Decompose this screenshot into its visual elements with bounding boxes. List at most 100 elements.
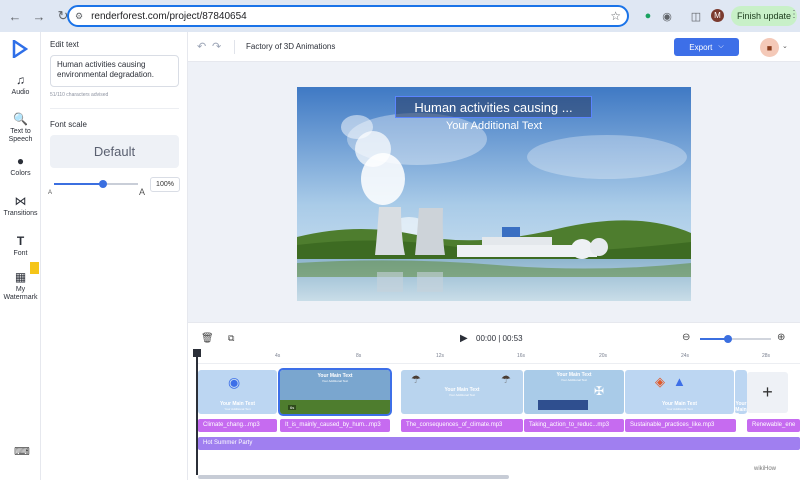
font-scale-slider-knob[interactable] (99, 180, 107, 188)
back-icon[interactable]: ← (4, 5, 26, 27)
browser-menu-icon[interactable]: ⋮ (789, 9, 799, 20)
play-icon[interactable]: ▶ (460, 333, 468, 344)
rail-item-audio[interactable]: ♫ Audio (0, 73, 41, 96)
finish-update-button[interactable]: Finish update (731, 6, 798, 26)
rail-label: Audio (11, 89, 30, 96)
keyboard-shortcuts-icon[interactable]: ⌨ (14, 445, 30, 458)
audio-clip[interactable]: Taking_action_to_reduc...mp3 (524, 419, 624, 432)
audio-clip[interactable]: Sustainable_practices_like.mp3 (625, 419, 736, 432)
timeline-scrollbar[interactable] (198, 475, 509, 479)
extension-icon-green[interactable]: ● (640, 8, 656, 24)
renderforest-logo[interactable] (12, 40, 28, 58)
person-with-umbrella-icon: ☂ (501, 374, 511, 386)
scene-thumbnail[interactable]: Your Main Text Your Additional Text ✠ (524, 370, 624, 414)
scene-subtitle: Your Additional Text (448, 393, 476, 397)
additional-text-overlay[interactable]: Your Additional Text (297, 120, 691, 132)
tick-label: 8s (356, 353, 362, 359)
bookmark-star-icon[interactable]: ☆ (610, 9, 621, 23)
forward-icon[interactable]: → (28, 5, 50, 27)
video-preview[interactable]: Human activities causing ... Your Additi… (297, 87, 691, 301)
music-note-icon: ♫ (16, 73, 25, 87)
timecode: 00:00 | 00:53 (476, 334, 523, 343)
wikihow-watermark: wikiHow (754, 466, 777, 472)
rail-label: Transitions (3, 210, 38, 217)
font-scale-slider[interactable] (54, 180, 138, 188)
project-name[interactable]: Factory of 3D Animations (246, 42, 335, 51)
scale-small-label: A (48, 190, 53, 196)
main-text-overlay[interactable]: Human activities causing ... (395, 96, 592, 118)
globe-icon: ◉ (228, 374, 241, 390)
scene-thumbnail[interactable]: Your Main Text (735, 370, 747, 414)
rail-label: Text to Speech (8, 128, 33, 143)
timeline-zoom-slider[interactable] (700, 335, 771, 343)
scene-duration-badge: 6s (288, 405, 297, 410)
tick-label: 28s (762, 353, 771, 359)
rail-item-text-to-speech[interactable]: 🔍 Text to Speech (0, 112, 41, 144)
url-text: renderforest.com/project/87840654 (91, 10, 247, 22)
transitions-icon: ⋈ (14, 194, 27, 208)
music-track-label: Hot Summer Party (203, 440, 253, 446)
font-scale-slider-fill (54, 183, 103, 185)
rail-label: Font (13, 250, 28, 257)
palette-icon: ● (16, 154, 25, 168)
sustainability-icon: ▲ (673, 374, 686, 389)
rail-item-colors[interactable]: ● Colors (0, 154, 41, 177)
rail-item-my-watermark[interactable]: ▦ My Watermark (0, 270, 41, 302)
font-scale-percent-input[interactable]: 100% (150, 177, 180, 192)
character-count: 51/110 characters advised (50, 92, 109, 98)
site-settings-icon[interactable]: ⚙ (75, 11, 83, 22)
scene-thumbnail-selected[interactable]: Your Main Text Your Additional Text 6s (278, 368, 392, 416)
audio-clip[interactable]: Renewable_ene (747, 419, 800, 432)
undo-icon[interactable]: ↶ (197, 40, 206, 53)
export-label: Export (689, 42, 713, 52)
scene-thumbnail[interactable]: ◉ Your Main Text Your Additional Text (198, 370, 277, 414)
zoom-out-icon[interactable]: ⊖ (682, 332, 690, 343)
divider (50, 108, 179, 109)
export-button[interactable]: Export ⌵ (674, 38, 739, 56)
workspace: ↶ ↷ Factory of 3D Animations Export ⌵ ■ … (188, 32, 800, 322)
edit-text-panel: Edit text Human activities causing envir… (41, 32, 188, 480)
tick-label: 4s (275, 353, 281, 359)
editor-topbar: ↶ ↷ Factory of 3D Animations Export ⌵ ■ … (188, 32, 800, 62)
address-bar[interactable]: ⚙ renderforest.com/project/87840654 ☆ (67, 5, 629, 27)
user-avatar[interactable]: ■ (760, 38, 779, 57)
sustainability-icon: ◈ (655, 374, 665, 389)
text-input[interactable]: Human activities causing environmental d… (50, 55, 179, 87)
rail-item-transitions[interactable]: ⋈ Transitions (0, 194, 41, 217)
left-rail: ♫ Audio 🔍 Text to Speech ● Colors ⋈ Tran… (0, 32, 41, 480)
font-scale-title: Font scale (50, 120, 87, 129)
scene-subtitle: Your Additional Text (666, 407, 693, 411)
scene-title: Your Main Text (735, 401, 747, 414)
music-track[interactable]: Hot Summer Party (198, 437, 800, 450)
font-icon: T (16, 234, 25, 248)
divider (234, 40, 235, 54)
person-with-umbrella-icon: ☂ (411, 374, 421, 386)
playhead[interactable] (196, 349, 198, 475)
audio-clip[interactable]: It_is_mainly_caused_by_hum...mp3 (280, 419, 390, 432)
audio-clip[interactable]: Climate_chang...mp3 (198, 419, 277, 432)
timeline: 🗑 ⧉ ▶ 00:00 | 00:53 ⊖ ⊕ 4s 8s 12s 16s 20… (188, 322, 800, 480)
extensions-puzzle-icon[interactable]: ◫ (688, 8, 704, 24)
audio-clip[interactable]: The_consequences_of_climate.mp3 (401, 419, 523, 432)
scene-thumbnail[interactable]: ◈ ▲ Your Main Text Your Additional Text (625, 370, 734, 414)
font-scale-preset[interactable]: Default (50, 135, 179, 168)
zoom-in-icon[interactable]: ⊕ (777, 332, 785, 343)
timeline-zoom-slider-knob[interactable] (724, 335, 732, 343)
duplicate-icon[interactable]: ⧉ (228, 333, 234, 344)
scene-thumbnail[interactable]: ☂ ☂ Your Main Text Your Additional Text (401, 370, 523, 414)
scene-subtitle: Your Additional Text (560, 378, 588, 382)
profile-avatar[interactable]: M (711, 9, 724, 22)
scene-subtitle: Your Additional Text (321, 379, 349, 383)
extension-icon-dark[interactable]: ◉ (659, 8, 675, 24)
scene-subtitle: Your Additional Text (224, 407, 251, 411)
scene-landscape (280, 400, 390, 414)
panel-title: Edit text (50, 40, 79, 49)
time-ruler[interactable]: 4s 8s 12s 16s 20s 24s 28s (196, 352, 800, 364)
trash-icon[interactable]: 🗑 (201, 333, 214, 344)
rail-label: My Watermark (3, 286, 38, 301)
rail-item-font[interactable]: T Font (0, 234, 41, 257)
chevron-down-icon[interactable]: ⌄ (782, 42, 788, 50)
redo-icon[interactable]: ↷ (212, 40, 221, 53)
add-scene-button[interactable]: + (747, 372, 788, 413)
rail-label: Colors (10, 170, 31, 177)
